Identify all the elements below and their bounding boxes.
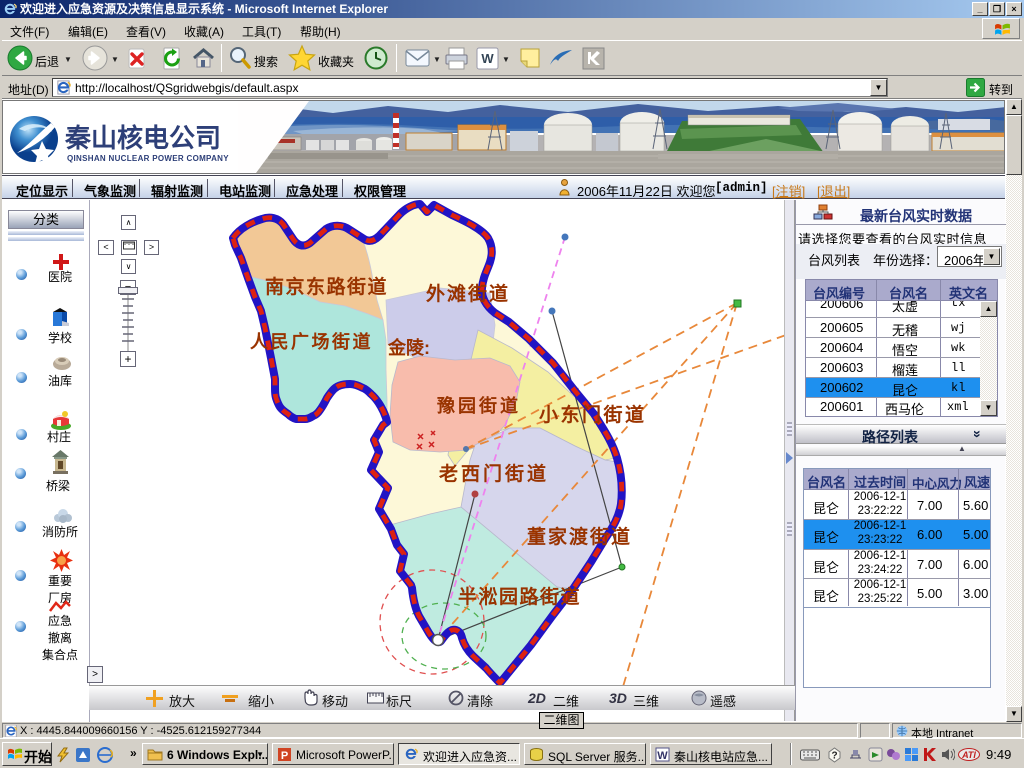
svg-text:南京东路街道: 南京东路街道 [265,275,388,298]
svg-text:金陵:: 金陵: [387,337,430,358]
svg-text:豫园街道: 豫园街道 [437,395,521,416]
svg-text:P: P [281,750,288,762]
svg-text:小东门街道: 小东门街道 [539,403,647,426]
svg-text:董家渡街道: 董家渡街道 [527,525,632,548]
svg-text:半淞园路街道: 半淞园路街道 [458,585,581,608]
svg-text:外滩街道: 外滩街道 [426,282,510,305]
svg-text:W: W [481,51,494,66]
svg-text:老西门街道: 老西门街道 [439,462,549,485]
svg-text:ATI: ATI [961,750,976,760]
svg-text:W: W [657,750,668,762]
svg-text:人民广场街道: 人民广场街道 [250,331,373,352]
svg-text:?: ? [831,751,837,762]
